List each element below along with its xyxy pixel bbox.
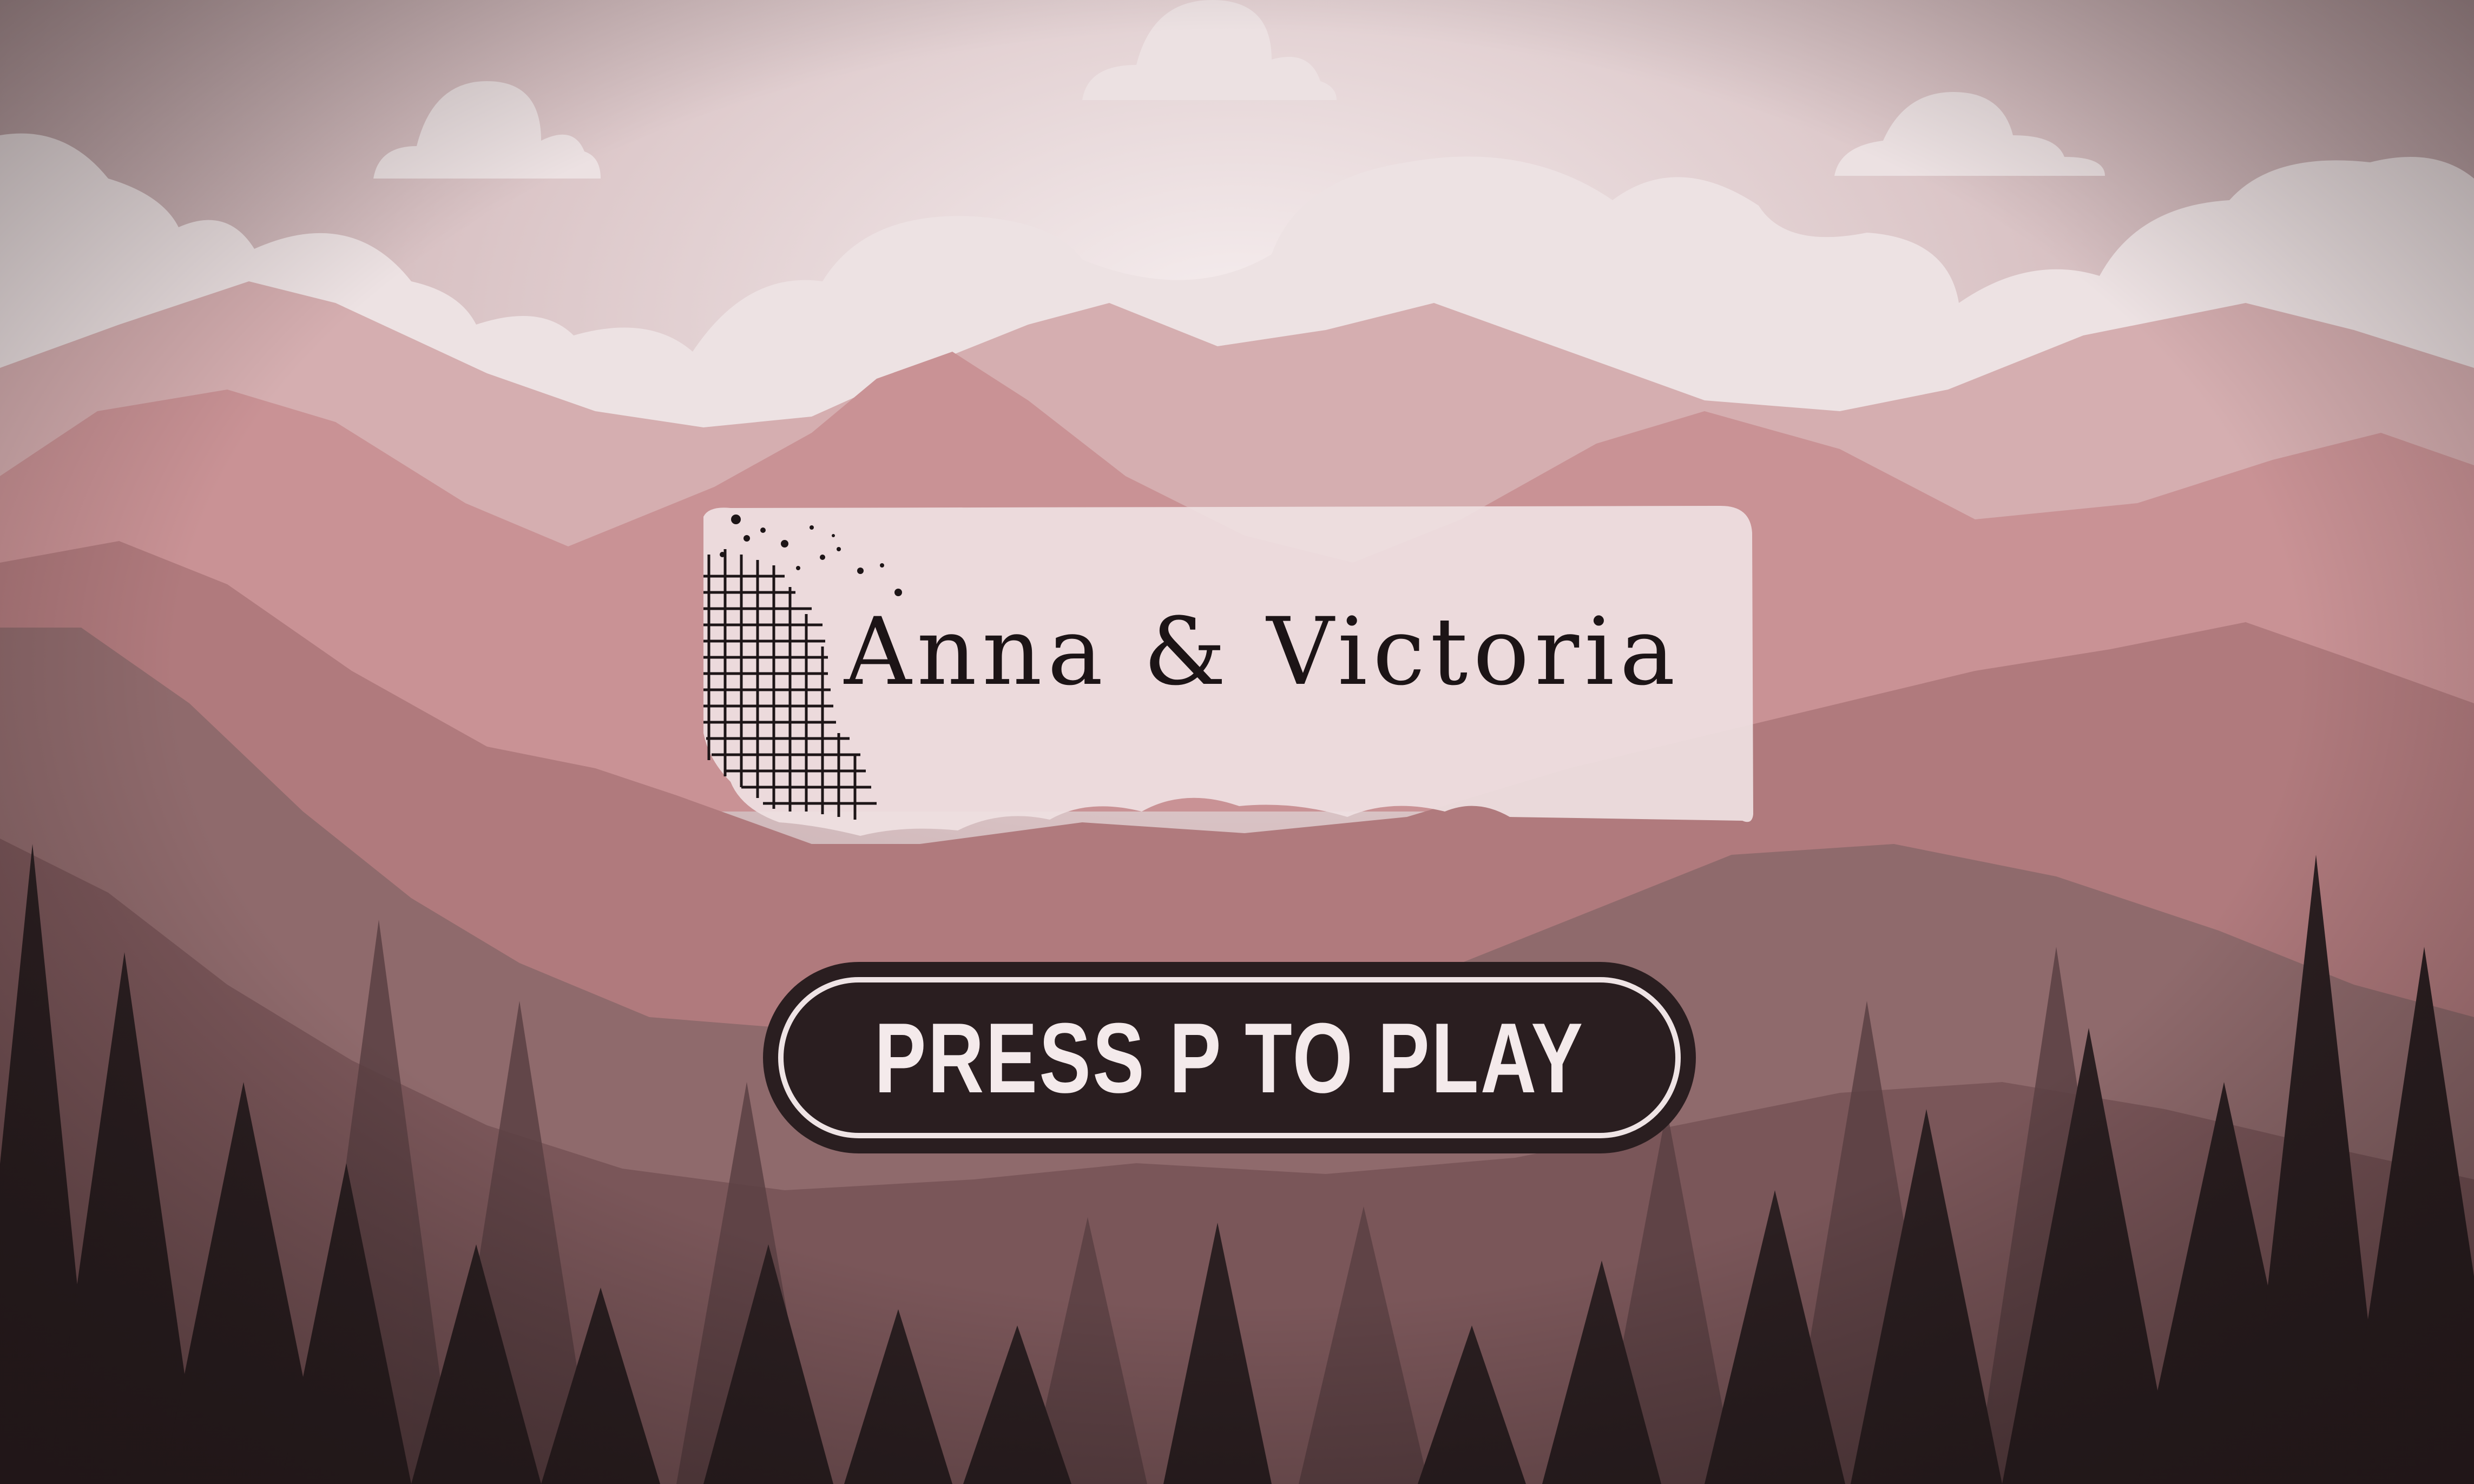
- title-card: Anna & Victoria: [698, 506, 1753, 852]
- game-title: Anna & Victoria: [844, 597, 1681, 706]
- press-p-to-play-button[interactable]: PRESS P TO PLAY: [763, 962, 1696, 1153]
- play-prompt-label: PRESS P TO PLAY: [874, 1002, 1585, 1113]
- title-screen: Anna & Victoria PRESS P TO PLAY: [0, 0, 2474, 1484]
